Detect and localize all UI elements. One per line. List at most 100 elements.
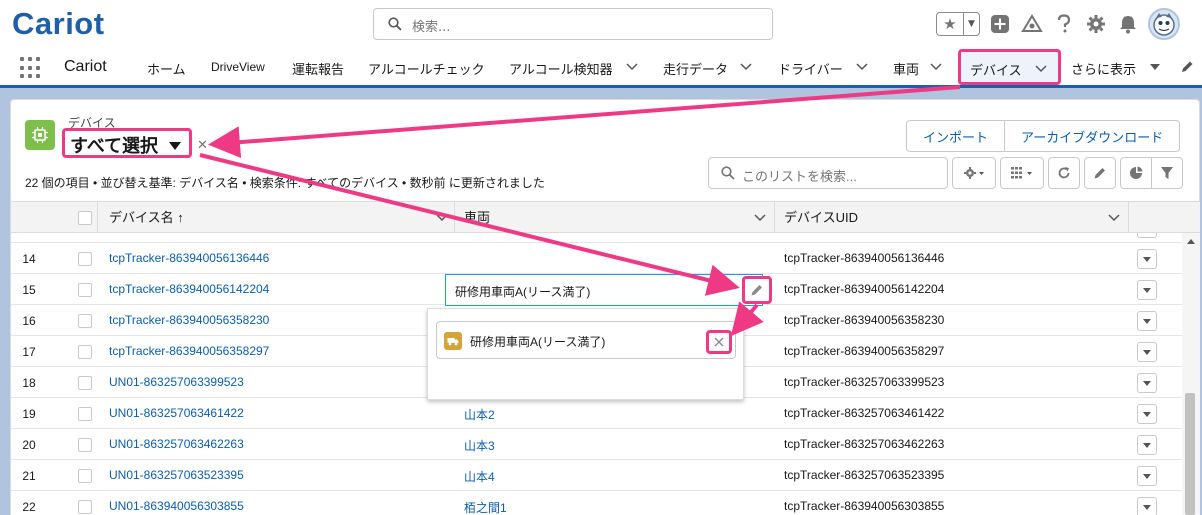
- vehicle-link[interactable]: 山本3: [464, 437, 495, 454]
- device-uid: tcpTracker-863257063399523: [784, 375, 945, 389]
- caret-down-icon[interactable]: [1150, 64, 1160, 70]
- gear-icon: [964, 167, 984, 179]
- nav-item-vehicle[interactable]: 車両: [893, 59, 919, 78]
- refresh-button[interactable]: [1048, 157, 1080, 189]
- table-row: 19 UN01-863257063461422 山本2 tcpTracker-8…: [11, 398, 1191, 429]
- device-name-link[interactable]: UN01-863940056303855: [109, 499, 244, 513]
- nav-item-alcohol-check[interactable]: アルコールチェック: [368, 59, 485, 78]
- device-name-link[interactable]: UN01-863257063461422: [109, 406, 244, 420]
- row-actions-button[interactable]: [1137, 466, 1157, 486]
- nav-item-device[interactable]: デバイス: [958, 49, 1061, 85]
- row-checkbox[interactable]: [78, 438, 92, 452]
- edit-nav-pencil-icon[interactable]: [1180, 59, 1194, 75]
- row-checkbox[interactable]: [78, 252, 92, 266]
- star-icon[interactable]: ★: [937, 15, 963, 33]
- row-actions-button[interactable]: [1137, 497, 1157, 515]
- row-checkbox[interactable]: [78, 407, 92, 421]
- nav-item-drive-report[interactable]: 運転報告: [292, 59, 344, 78]
- select-all-checkbox[interactable]: [78, 211, 92, 225]
- filters-button[interactable]: [1151, 157, 1183, 189]
- row-number: 16: [22, 314, 36, 328]
- global-actions-icon[interactable]: [988, 12, 1012, 36]
- user-avatar[interactable]: [1148, 8, 1180, 40]
- favorites-button[interactable]: ★ ▼: [936, 12, 980, 36]
- column-header-device-uid[interactable]: デバイスUID: [784, 202, 858, 233]
- row-checkbox[interactable]: [78, 283, 92, 297]
- global-search-input[interactable]: 検索...: [373, 8, 773, 40]
- list-view-selector[interactable]: すべて選択: [62, 128, 192, 158]
- device-uid: tcpTracker-863257063461422: [784, 406, 945, 420]
- scroll-thumb[interactable]: [1185, 393, 1195, 515]
- chevron-down-icon[interactable]: [930, 62, 942, 72]
- bell-icon[interactable]: [1116, 12, 1140, 36]
- selected-vehicle-pill[interactable]: 研修用車両A(リース満了): [436, 321, 736, 359]
- column-header-device-name[interactable]: デバイス名 ↑: [109, 202, 184, 233]
- device-name-link[interactable]: UN01-863257063523395: [109, 468, 244, 482]
- header-utility-icons: ★ ▼: [936, 8, 1180, 40]
- row-actions-button[interactable]: [1137, 233, 1157, 238]
- import-button[interactable]: インポート: [906, 120, 1006, 152]
- nav-item-drive-data[interactable]: 走行データ: [663, 59, 728, 78]
- nav-item-driver[interactable]: ドライバー: [778, 59, 843, 78]
- row-checkbox[interactable]: [78, 345, 92, 359]
- vehicle-link[interactable]: 山本4: [464, 468, 495, 485]
- scroll-up-arrow[interactable]: [1187, 239, 1195, 244]
- setup-gear-icon[interactable]: [1084, 12, 1108, 36]
- row-checkbox[interactable]: [78, 500, 92, 514]
- row-actions-button[interactable]: [1137, 373, 1157, 393]
- nav-item-alcohol-detector[interactable]: アルコール検知器: [509, 59, 613, 78]
- chevron-down-icon[interactable]: ▼: [963, 13, 979, 35]
- chevron-down-icon[interactable]: [1108, 213, 1120, 223]
- table-scrollbar[interactable]: [1182, 233, 1200, 515]
- vehicle-inline-edit-cell[interactable]: 研修用車両A(リース満了): [445, 274, 763, 306]
- device-name-link[interactable]: UN01-863257063399523: [109, 375, 244, 389]
- charts-button[interactable]: [1120, 157, 1152, 189]
- list-search-input[interactable]: このリストを検索...: [708, 157, 948, 189]
- inline-edit-button[interactable]: [1084, 157, 1116, 189]
- row-actions-button[interactable]: [1137, 342, 1157, 362]
- device-name-link[interactable]: tcpTracker-863940056136446: [109, 251, 269, 265]
- nav-item-driveview[interactable]: DriveView: [211, 60, 265, 74]
- chevron-down-icon[interactable]: [436, 213, 448, 223]
- vehicle-link[interactable]: 山本2: [464, 406, 495, 423]
- nav-item-more[interactable]: さらに表示: [1071, 59, 1136, 78]
- row-checkbox[interactable]: [78, 469, 92, 483]
- caret-down-icon[interactable]: [169, 142, 181, 150]
- row-number: 18: [22, 376, 36, 390]
- chevron-down-icon[interactable]: [626, 62, 638, 72]
- pin-icon[interactable]: ✕: [197, 138, 208, 153]
- chevron-down-icon[interactable]: [754, 213, 766, 223]
- row-checkbox[interactable]: [78, 314, 92, 328]
- row-actions-button[interactable]: [1137, 404, 1157, 424]
- chevron-down-icon[interactable]: [1035, 64, 1047, 74]
- column-header-vehicle[interactable]: 車両: [464, 202, 490, 233]
- trailhead-icon[interactable]: [1020, 12, 1044, 36]
- row-checkbox[interactable]: [78, 376, 92, 390]
- device-name-link[interactable]: UN01-863257063462263: [109, 437, 244, 451]
- remove-vehicle-button[interactable]: [706, 330, 732, 354]
- help-icon[interactable]: [1052, 12, 1076, 36]
- chevron-down-icon[interactable]: [740, 62, 752, 72]
- row-actions-button[interactable]: [1137, 435, 1157, 455]
- app-launcher-icon[interactable]: [20, 57, 42, 79]
- row-number: 14: [22, 252, 36, 266]
- device-name-link[interactable]: tcpTracker-863940056358297: [109, 344, 269, 358]
- row-actions-button[interactable]: [1137, 280, 1157, 300]
- global-header: Cariot 検索... ★ ▼: [0, 0, 1202, 48]
- device-name-link[interactable]: tcpTracker-863940056358230: [109, 313, 269, 327]
- inline-edit-pencil-button[interactable]: [742, 276, 772, 304]
- list-settings-button[interactable]: [952, 157, 996, 189]
- device-object-icon: [25, 120, 55, 150]
- cariot-logo[interactable]: Cariot: [12, 6, 105, 42]
- row-actions-button[interactable]: [1137, 311, 1157, 331]
- vehicle-link[interactable]: 栢之間1: [464, 499, 507, 515]
- table-row: 20 UN01-863257063462263 山本3 tcpTracker-8…: [11, 429, 1191, 460]
- nav-item-home[interactable]: ホーム: [147, 59, 186, 78]
- device-name-link[interactable]: tcpTracker-863940056142204: [109, 282, 269, 296]
- archive-download-button[interactable]: アーカイブダウンロード: [1005, 120, 1181, 152]
- row-number: 19: [22, 407, 36, 421]
- chevron-down-icon[interactable]: [856, 62, 868, 72]
- row-actions-button[interactable]: [1137, 249, 1157, 269]
- display-as-table-button[interactable]: [1000, 157, 1044, 189]
- device-uid: tcpTracker-863940056358230: [784, 313, 945, 327]
